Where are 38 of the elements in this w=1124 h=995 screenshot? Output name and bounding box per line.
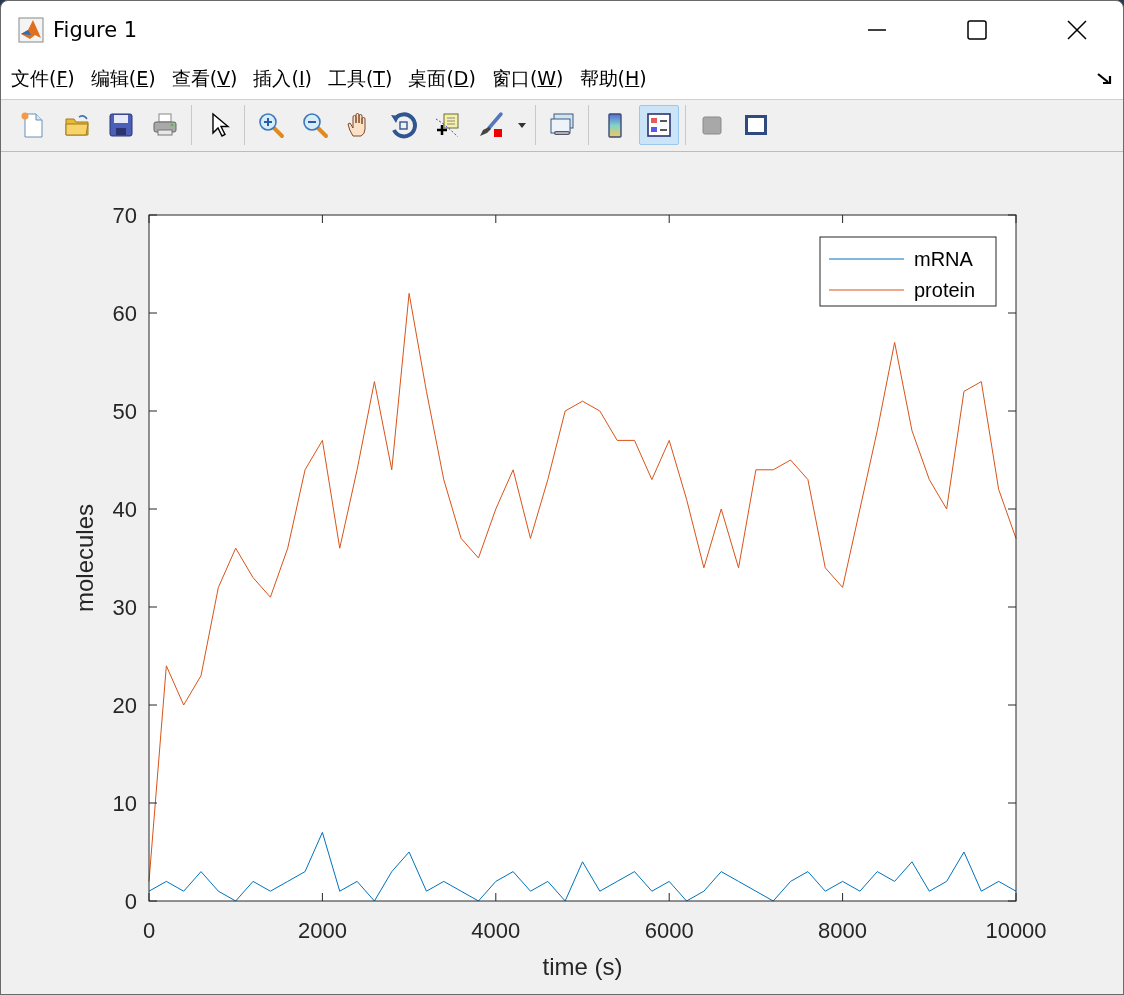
x-tick-label: 8000 bbox=[818, 918, 868, 943]
y-tick-label: 60 bbox=[112, 301, 137, 326]
legend-button[interactable] bbox=[639, 105, 679, 146]
y-tick-label: 70 bbox=[112, 203, 137, 228]
rotate-icon bbox=[389, 111, 417, 140]
menu-item[interactable]: 查看(V) bbox=[171, 65, 238, 92]
dock-arrow-icon[interactable] bbox=[1097, 71, 1113, 86]
y-tick-label: 40 bbox=[112, 497, 137, 522]
menu-item[interactable]: 窗口(W) bbox=[491, 65, 564, 92]
zoom-out-icon bbox=[301, 111, 329, 140]
y-tick-label: 20 bbox=[112, 693, 137, 718]
minimize-icon bbox=[868, 29, 886, 31]
y-tick-label: 10 bbox=[112, 791, 137, 816]
x-tick-label: 4000 bbox=[471, 918, 521, 943]
menu-item[interactable]: 工具(T) bbox=[327, 65, 393, 92]
y-tick-label: 30 bbox=[112, 595, 137, 620]
menu-item[interactable]: 文件(F) bbox=[11, 65, 75, 92]
y-axis-label: molecules bbox=[71, 504, 98, 612]
legend-label: protein bbox=[914, 279, 976, 301]
maximize-icon bbox=[967, 20, 987, 40]
x-tick-label: 6000 bbox=[644, 918, 694, 943]
x-tick-label: 10000 bbox=[985, 918, 1047, 943]
app-logo-icon bbox=[17, 16, 45, 44]
menu-item[interactable]: 编辑(E) bbox=[90, 65, 156, 92]
y-tick-label: 50 bbox=[112, 399, 137, 424]
y-tick-label: 0 bbox=[124, 889, 137, 914]
zoom-in-icon bbox=[257, 111, 285, 140]
menu-item[interactable]: 插入(I) bbox=[253, 65, 312, 92]
x-tick-label: 2000 bbox=[297, 918, 347, 943]
x-tick-label: 0 bbox=[142, 918, 156, 943]
close-icon bbox=[1067, 20, 1087, 40]
legend-icon bbox=[645, 111, 673, 140]
menu-item[interactable]: 桌面(D) bbox=[408, 65, 476, 92]
menu-item[interactable]: 帮助(H) bbox=[579, 65, 647, 92]
legend-label: mRNA bbox=[914, 248, 973, 270]
x-axis-label: time (s) bbox=[542, 953, 623, 980]
paintbrush-icon bbox=[477, 111, 505, 140]
window-title: Figure 1 bbox=[53, 18, 139, 42]
